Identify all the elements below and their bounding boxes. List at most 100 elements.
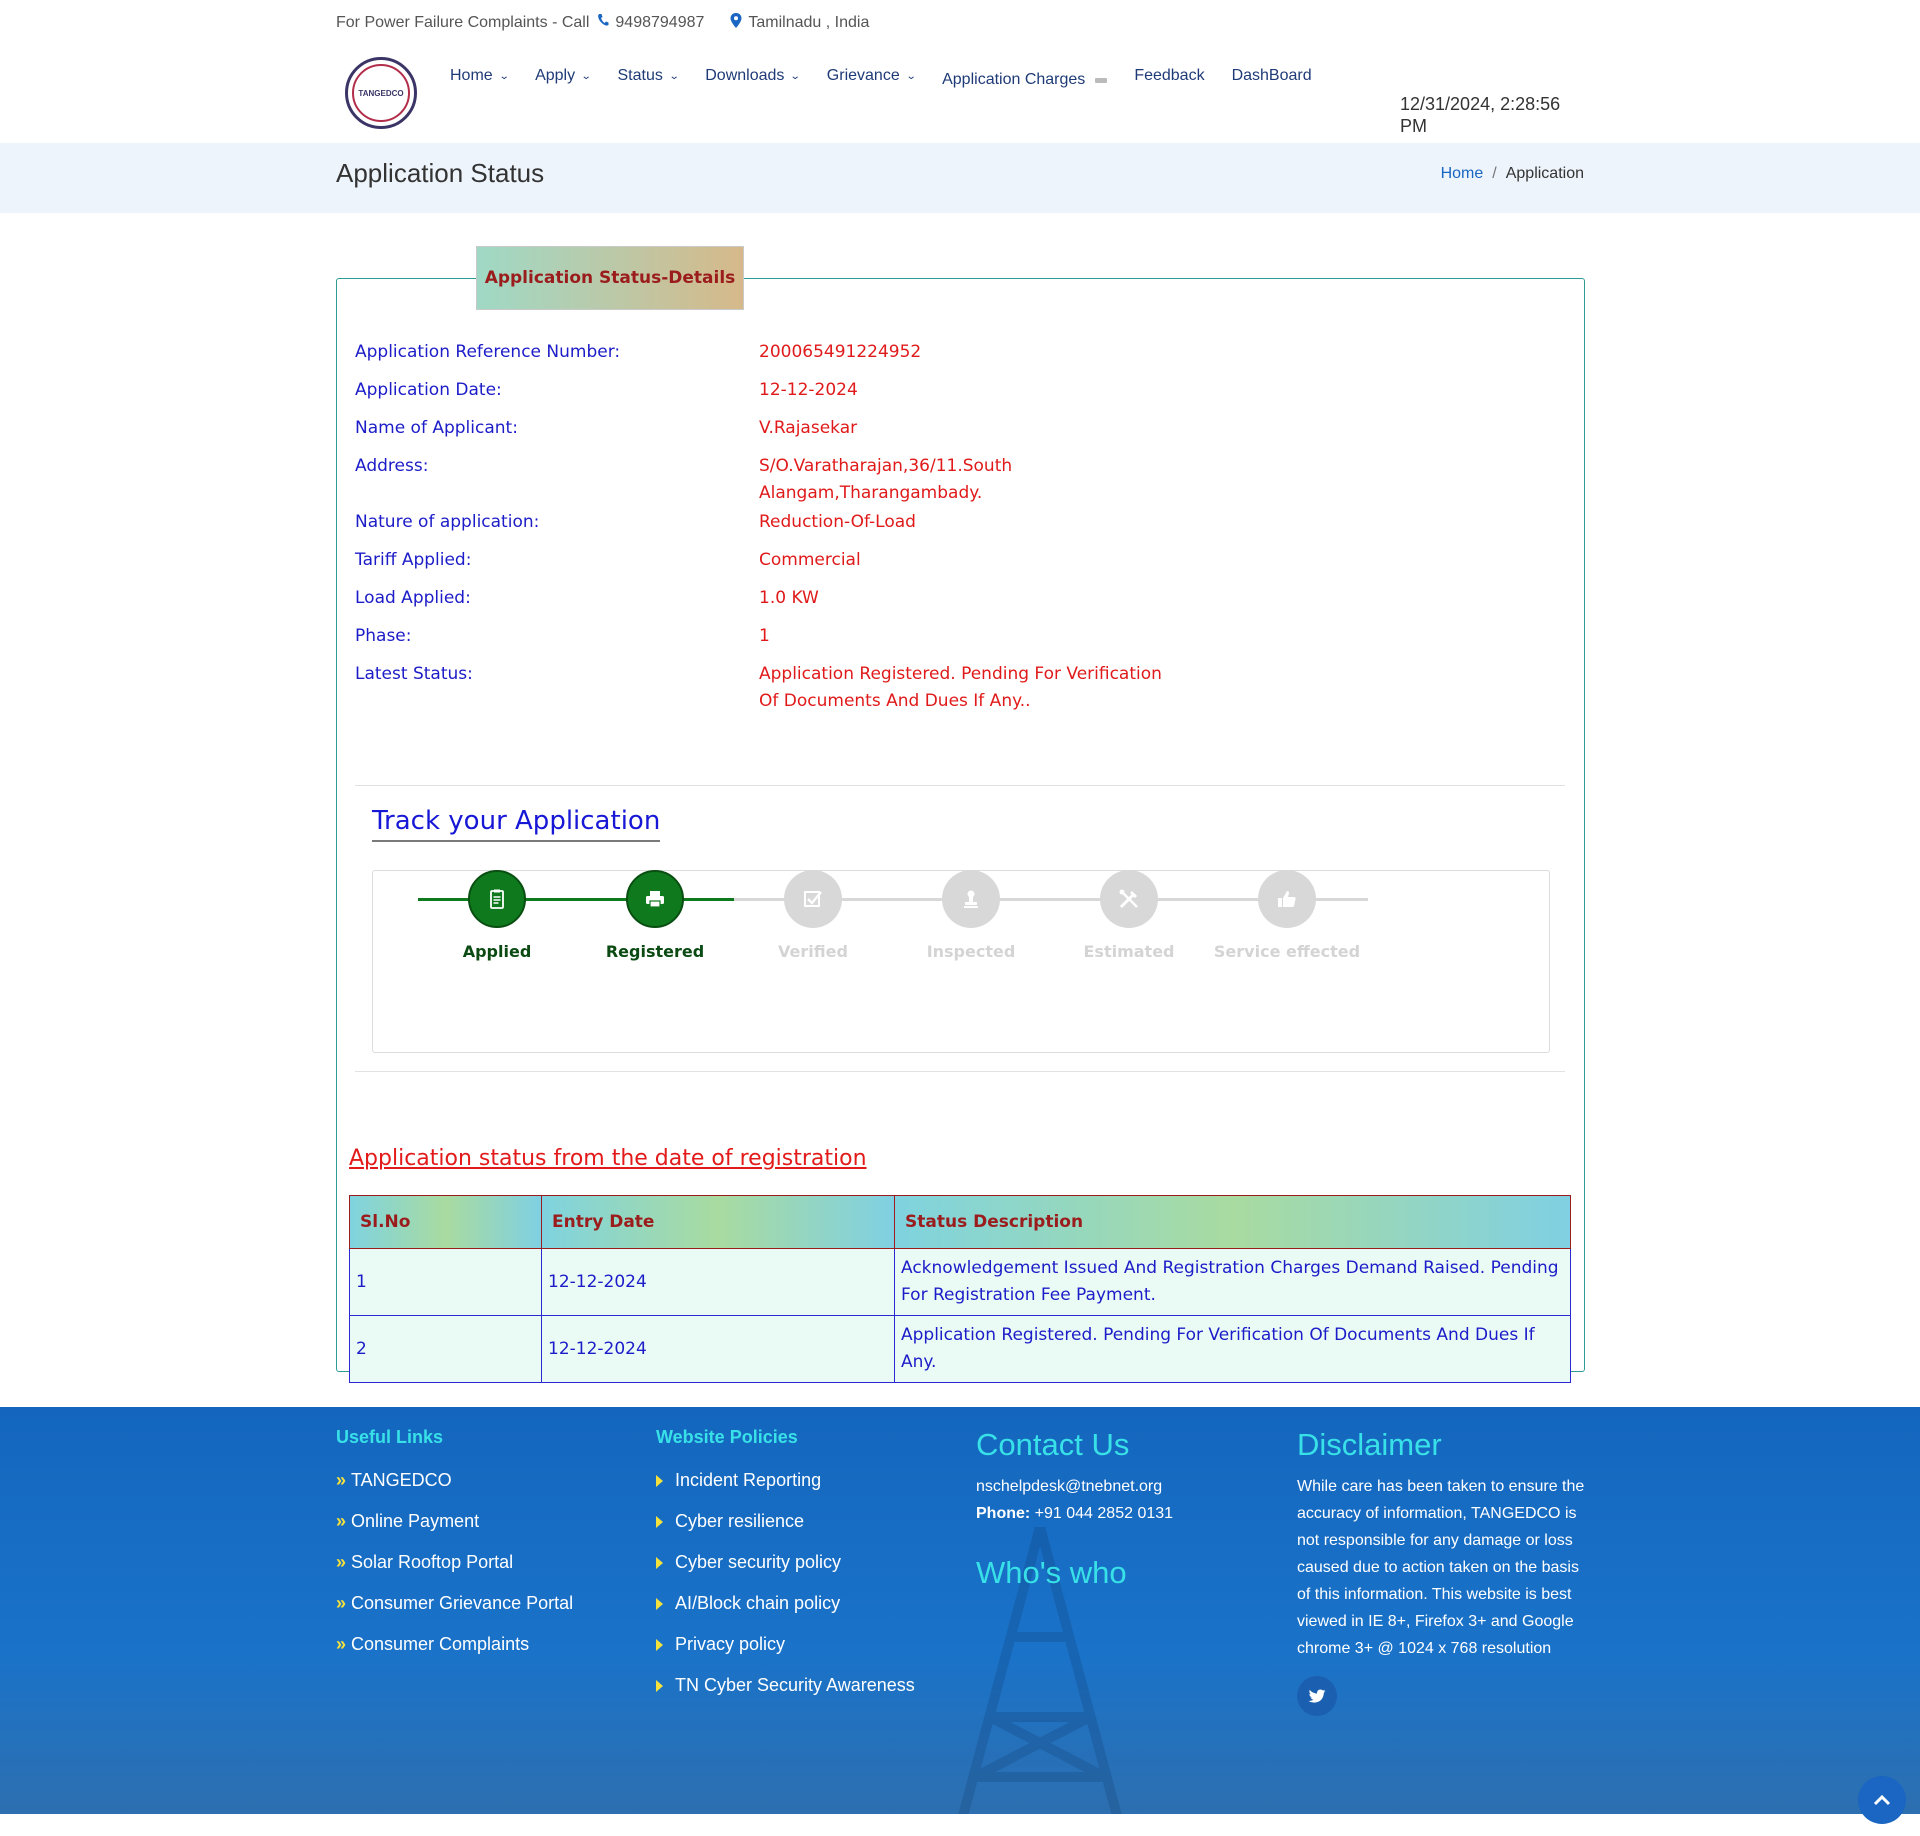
step-registered: Registered <box>575 870 735 961</box>
disclaimer-heading: Disclaimer <box>1297 1427 1442 1462</box>
detail-label: Nature of application: <box>355 512 540 532</box>
nav-dashboard[interactable]: DashBoard <box>1232 67 1312 85</box>
footer-link[interactable]: Incident Reporting <box>656 1470 915 1491</box>
table-row: 1 12-12-2024 Acknowledgement Issued And … <box>349 1248 1571 1316</box>
nav-feedback[interactable]: Feedback <box>1134 67 1204 85</box>
new-tag-icon <box>1095 77 1108 83</box>
top-info-bar: For Power Failure Complaints - Call 9498… <box>336 0 869 45</box>
chevron-down-icon: ⌄ <box>498 70 510 82</box>
step-label: Service effected <box>1213 942 1361 961</box>
chevron-down-icon: ⌄ <box>580 70 592 82</box>
location: Tamilnadu , India <box>722 12 870 33</box>
nav-status[interactable]: Status ⌄ <box>618 67 680 85</box>
useful-links-column: Useful Links » TANGEDCO » Online Payment »… <box>336 1427 573 1675</box>
complaint-phone[interactable]: 9498794987 <box>615 14 704 32</box>
history-table: Sl.No Entry Date Status Description 1 12… <box>349 1195 1571 1383</box>
footer-link[interactable]: » TANGEDCO <box>336 1470 573 1491</box>
footer-link[interactable]: Cyber resilience <box>656 1511 915 1532</box>
nav-home[interactable]: Home ⌄ <box>450 67 510 85</box>
site-footer: Useful Links » TANGEDCO » Online Payment »… <box>0 1407 1920 1814</box>
track-title: Track your Application <box>372 806 661 842</box>
detail-label: Tariff Applied: <box>355 550 472 570</box>
table-cell: 12-12-2024 <box>541 1248 895 1316</box>
detail-row: Address: S/O.Varatharajan,36/11.South Ala… <box>355 453 1179 507</box>
nav-application-charges[interactable]: Application Charges <box>942 71 1108 89</box>
breadcrumb-home[interactable]: Home <box>1441 165 1484 182</box>
step-estimated: Estimated <box>1049 870 1209 961</box>
detail-row: Tariff Applied: Commercial <box>355 547 1179 574</box>
detail-row: Nature of application: Reduction-Of-Load <box>355 509 1179 536</box>
stamp-icon <box>942 870 1000 928</box>
logo-text: TANGEDCO <box>352 64 410 122</box>
printer-icon <box>626 870 684 928</box>
detail-label: Application Date: <box>355 380 502 400</box>
nav-apply[interactable]: Apply ⌄ <box>535 67 592 85</box>
double-chevron-icon: » <box>336 1593 346 1613</box>
main-nav: Home ⌄ Apply ⌄ Status ⌄ Downloads ⌄ Grievanc… <box>450 63 1339 89</box>
detail-value: 200065491224952 <box>759 342 922 362</box>
policies-column: Website Policies Incident Reporting Cybe… <box>656 1427 915 1716</box>
breadcrumb: Home / Application <box>1441 165 1584 183</box>
footer-link[interactable]: » Online Payment <box>336 1511 573 1532</box>
details-tab: Application Status-Details <box>476 246 744 310</box>
caret-right-icon <box>656 1679 663 1692</box>
footer-link[interactable]: » Consumer Grievance Portal <box>336 1593 573 1614</box>
divider <box>355 1071 1565 1072</box>
detail-value: Application Registered. Pending For Veri… <box>759 664 1162 711</box>
footer-link[interactable]: Cyber security policy <box>656 1552 915 1573</box>
location-text: Tamilnadu , India <box>748 13 870 31</box>
footer-link[interactable]: TN Cyber Security Awareness <box>656 1675 915 1696</box>
contact-phone: Phone: +91 044 2852 0131 <box>976 1505 1174 1522</box>
footer-link[interactable]: Privacy policy <box>656 1634 915 1655</box>
double-chevron-icon: » <box>336 1552 346 1572</box>
caret-right-icon <box>656 1638 663 1651</box>
thumbs-up-icon <box>1258 870 1316 928</box>
current-datetime: 12/31/2024, 2:28:56 PM <box>1400 94 1561 136</box>
complaint-text: For Power Failure Complaints - Call <box>336 13 590 31</box>
detail-label: Name of Applicant: <box>355 418 518 438</box>
application-details: Application Reference Number: 20006549122… <box>355 339 1179 715</box>
step-verified: Verified <box>733 870 893 961</box>
breadcrumb-current: Application <box>1505 165 1584 182</box>
double-chevron-icon: » <box>336 1511 346 1531</box>
breadcrumb-separator: / <box>1492 165 1497 182</box>
divider <box>355 785 1565 786</box>
table-header-row: Sl.No Entry Date Status Description <box>349 1195 1571 1249</box>
nav-grievance[interactable]: Grievance ⌄ <box>827 67 917 85</box>
detail-label: Application Reference Number: <box>355 342 621 362</box>
clipboard-icon <box>468 870 526 928</box>
contact-column: Contact Us nschelpdesk@tnebnet.org Phone… <box>976 1427 1173 1591</box>
step-label: Applied <box>462 942 532 961</box>
step-inspected: Inspected <box>891 870 1051 961</box>
tangedco-logo[interactable]: TANGEDCO <box>345 57 417 129</box>
table-cell: 2 <box>349 1315 542 1383</box>
caret-right-icon <box>656 1556 663 1569</box>
table-row: 2 12-12-2024 Application Registered. Pen… <box>349 1315 1571 1383</box>
contact-email[interactable]: nschelpdesk@tnebnet.org <box>976 1473 1173 1500</box>
detail-label: Latest Status: <box>355 664 473 684</box>
column-header: Status Description <box>894 1195 1571 1249</box>
detail-row: Name of Applicant: V.Rajasekar <box>355 415 1179 442</box>
whos-who-heading[interactable]: Who's who <box>976 1555 1173 1591</box>
detail-label: Load Applied: <box>355 588 471 608</box>
detail-value: 12-12-2024 <box>759 380 858 400</box>
footer-link[interactable]: » Consumer Complaints <box>336 1634 573 1655</box>
table-cell: Acknowledgement Issued And Registration … <box>894 1248 1571 1316</box>
step-applied: Applied <box>417 870 577 961</box>
twitter-icon[interactable] <box>1297 1676 1337 1716</box>
table-cell: 12-12-2024 <box>541 1315 895 1383</box>
footer-link[interactable]: » Solar Rooftop Portal <box>336 1552 573 1573</box>
caret-right-icon <box>656 1515 663 1528</box>
useful-links-heading: Useful Links <box>336 1427 444 1447</box>
scroll-to-top-button[interactable] <box>1858 1776 1906 1824</box>
detail-label: Phase: <box>355 626 412 646</box>
chevron-down-icon: ⌄ <box>668 70 680 82</box>
table-cell: 1 <box>349 1248 542 1316</box>
page-title: Application Status <box>336 158 545 188</box>
detail-value: Reduction-Of-Load <box>759 512 916 532</box>
footer-link[interactable]: AI/Block chain policy <box>656 1593 915 1614</box>
nav-downloads[interactable]: Downloads ⌄ <box>705 67 801 85</box>
caret-right-icon <box>656 1597 663 1610</box>
detail-row: Application Date: 12-12-2024 <box>355 377 1179 404</box>
step-label: Estimated <box>1083 942 1175 961</box>
